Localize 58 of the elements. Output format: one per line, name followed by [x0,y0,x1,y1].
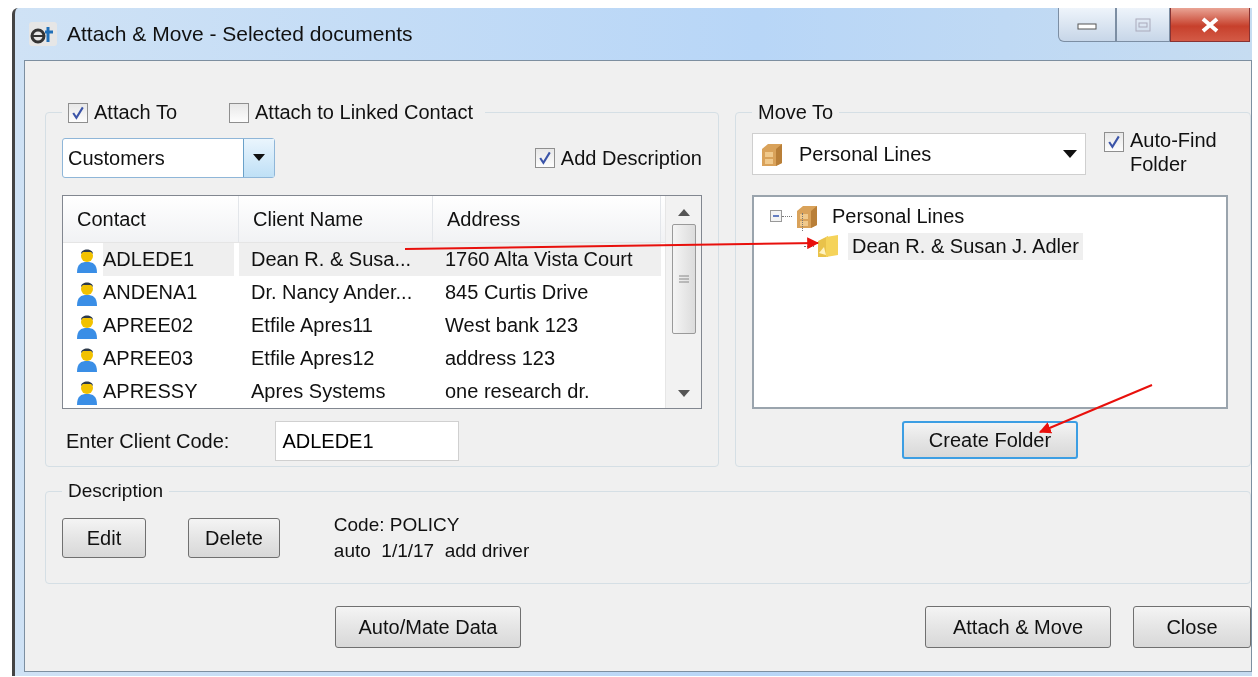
group-title: Description [68,480,164,502]
table-cell-text: West bank 123 [444,313,580,338]
table-cell: Dean R. & Susa... [239,243,433,276]
column-header[interactable]: Contact [63,196,239,242]
checkbox[interactable] [68,102,88,123]
table-cell-text: one research dr. [444,379,591,404]
table-cell-text: Etfile Apres12 [250,346,376,371]
client-code-field[interactable]: ADLEDE1 [275,421,460,461]
close-button[interactable] [1170,8,1250,42]
dialog-button[interactable]: Auto/Mate Data [335,606,521,648]
contact-code[interactable]: APRESSY [103,375,238,408]
minimize-button[interactable] [1058,8,1116,42]
group-title: Move To [758,101,834,124]
column-header[interactable]: Address [433,196,661,242]
description-button[interactable]: Edit [62,518,146,558]
checkbox-label: Attach to Linked Contact [255,101,473,124]
description-button[interactable]: Delete [188,518,280,558]
table-cell-text: address 123 [444,346,557,371]
category-dropdown[interactable]: Customers [62,138,275,178]
scroll-down-icon [677,390,690,398]
column-header[interactable]: Client Name [239,196,433,242]
contact-code[interactable]: ANDENA1 [103,276,238,309]
checkbox[interactable] [534,148,555,168]
table-cell-text: Apres Systems [250,379,387,404]
collapse-icon[interactable] [770,210,782,222]
app-logo-icon [29,22,57,46]
contact-code[interactable]: ADLEDE1 [103,243,235,276]
checkbox-label: Attach To [94,101,178,124]
dropdown-arrow-icon [1063,150,1077,158]
contact-code[interactable]: APREE03 [103,342,234,375]
cabinet-icon [794,203,820,229]
grip-icon [678,275,689,283]
table-cell-text: 845 Curtis Drive [444,280,590,305]
maximize-icon [1135,17,1151,32]
maximize-button[interactable] [1116,8,1170,42]
table-cell-text: Etfile Apres11 [250,313,374,338]
table-cell: 1760 Alta Vista Court [433,243,661,276]
description-text: Code: POLICY [333,513,461,537]
folder-dropdown[interactable]: Personal Lines [752,133,1086,175]
dialog-button[interactable]: Attach & Move [925,606,1111,648]
scrollbar[interactable] [665,196,701,408]
folder-icon [816,233,840,259]
contact-code[interactable]: APREE02 [103,309,234,342]
dialog-button[interactable]: Close [1133,606,1251,648]
close-icon [1200,16,1220,33]
checkbox-label: Add Description [560,146,702,170]
create-folder-button[interactable]: Create Folder [902,421,1078,459]
table-cell-text: Dr. Nancy Ander... [250,280,414,305]
checkbox[interactable] [1104,132,1124,152]
description-text: auto 1/1/17 add driver [333,539,530,563]
cabinet-icon [759,141,785,167]
field-label: Enter Client Code: [66,429,230,453]
window-title: Attach & Move - Selected documents [67,22,413,46]
tree-item[interactable]: Personal Lines [828,202,969,230]
checkbox-label: Auto-Find Folder [1130,128,1218,176]
checkbox[interactable] [229,102,250,123]
scroll-up-icon [677,208,690,216]
tree-item[interactable]: Dean R. & Susan J. Adler [848,232,1083,260]
